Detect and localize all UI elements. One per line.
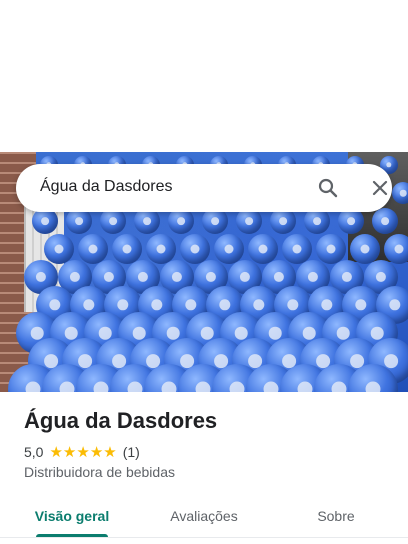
tab-overview[interactable]: Visão geral (0, 494, 144, 538)
rating-row[interactable]: 5,0 ★ ★ ★ ★ ★ (1) (24, 444, 140, 460)
active-tab-indicator (36, 534, 108, 537)
place-category[interactable]: Distribuidora de bebidas (24, 464, 175, 480)
bottle (316, 234, 346, 264)
close-icon[interactable] (368, 176, 392, 200)
star-icon: ★ (103, 443, 117, 461)
place-tabs: Visão geral Avaliações Sobre (0, 494, 408, 538)
bottle (214, 234, 244, 264)
star-icon: ★ (62, 443, 77, 461)
bottle (146, 234, 176, 264)
bottle (248, 234, 278, 264)
bottle (384, 234, 408, 264)
bottle (112, 234, 142, 264)
star-icon: ★ (76, 443, 90, 461)
bottle (392, 182, 408, 204)
bottle (282, 234, 312, 264)
place-title: Água da Dasdores (24, 408, 218, 433)
tab-reviews[interactable]: Avaliações (132, 494, 276, 538)
star-icon: ★ (89, 443, 104, 461)
star-icon: ★ (49, 443, 63, 461)
bottle (180, 234, 210, 264)
tab-overview-label: Visão geral (34, 508, 110, 524)
rating-value: 5,0 (24, 444, 44, 460)
bottle (44, 234, 74, 264)
bottle (372, 208, 398, 234)
review-count[interactable]: (1) (123, 444, 140, 460)
tab-reviews-label: Avaliações (170, 508, 238, 524)
star-rating: ★ ★ ★ ★ ★ (49, 445, 116, 460)
search-icon[interactable] (316, 176, 340, 200)
search-bar[interactable]: Água da Dasdores (16, 164, 392, 212)
search-input[interactable]: Água da Dasdores (40, 178, 173, 196)
bottle (78, 234, 108, 264)
tab-about[interactable]: Sobre (264, 494, 408, 538)
bottle (350, 234, 380, 264)
tab-about-label: Sobre (317, 508, 355, 524)
